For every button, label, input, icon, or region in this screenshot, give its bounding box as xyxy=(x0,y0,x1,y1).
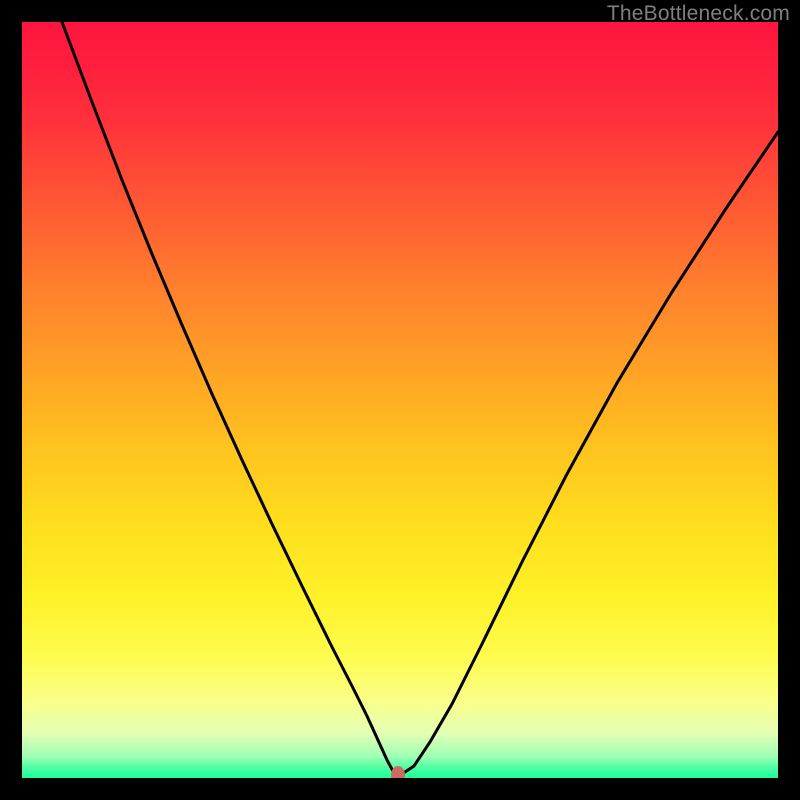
plot-area xyxy=(22,22,778,778)
bottleneck-marker xyxy=(391,766,405,778)
watermark-text: TheBottleneck.com xyxy=(607,2,790,26)
curve-svg xyxy=(22,22,778,778)
bottleneck-curve xyxy=(62,22,778,774)
chart-frame: TheBottleneck.com xyxy=(0,0,800,800)
